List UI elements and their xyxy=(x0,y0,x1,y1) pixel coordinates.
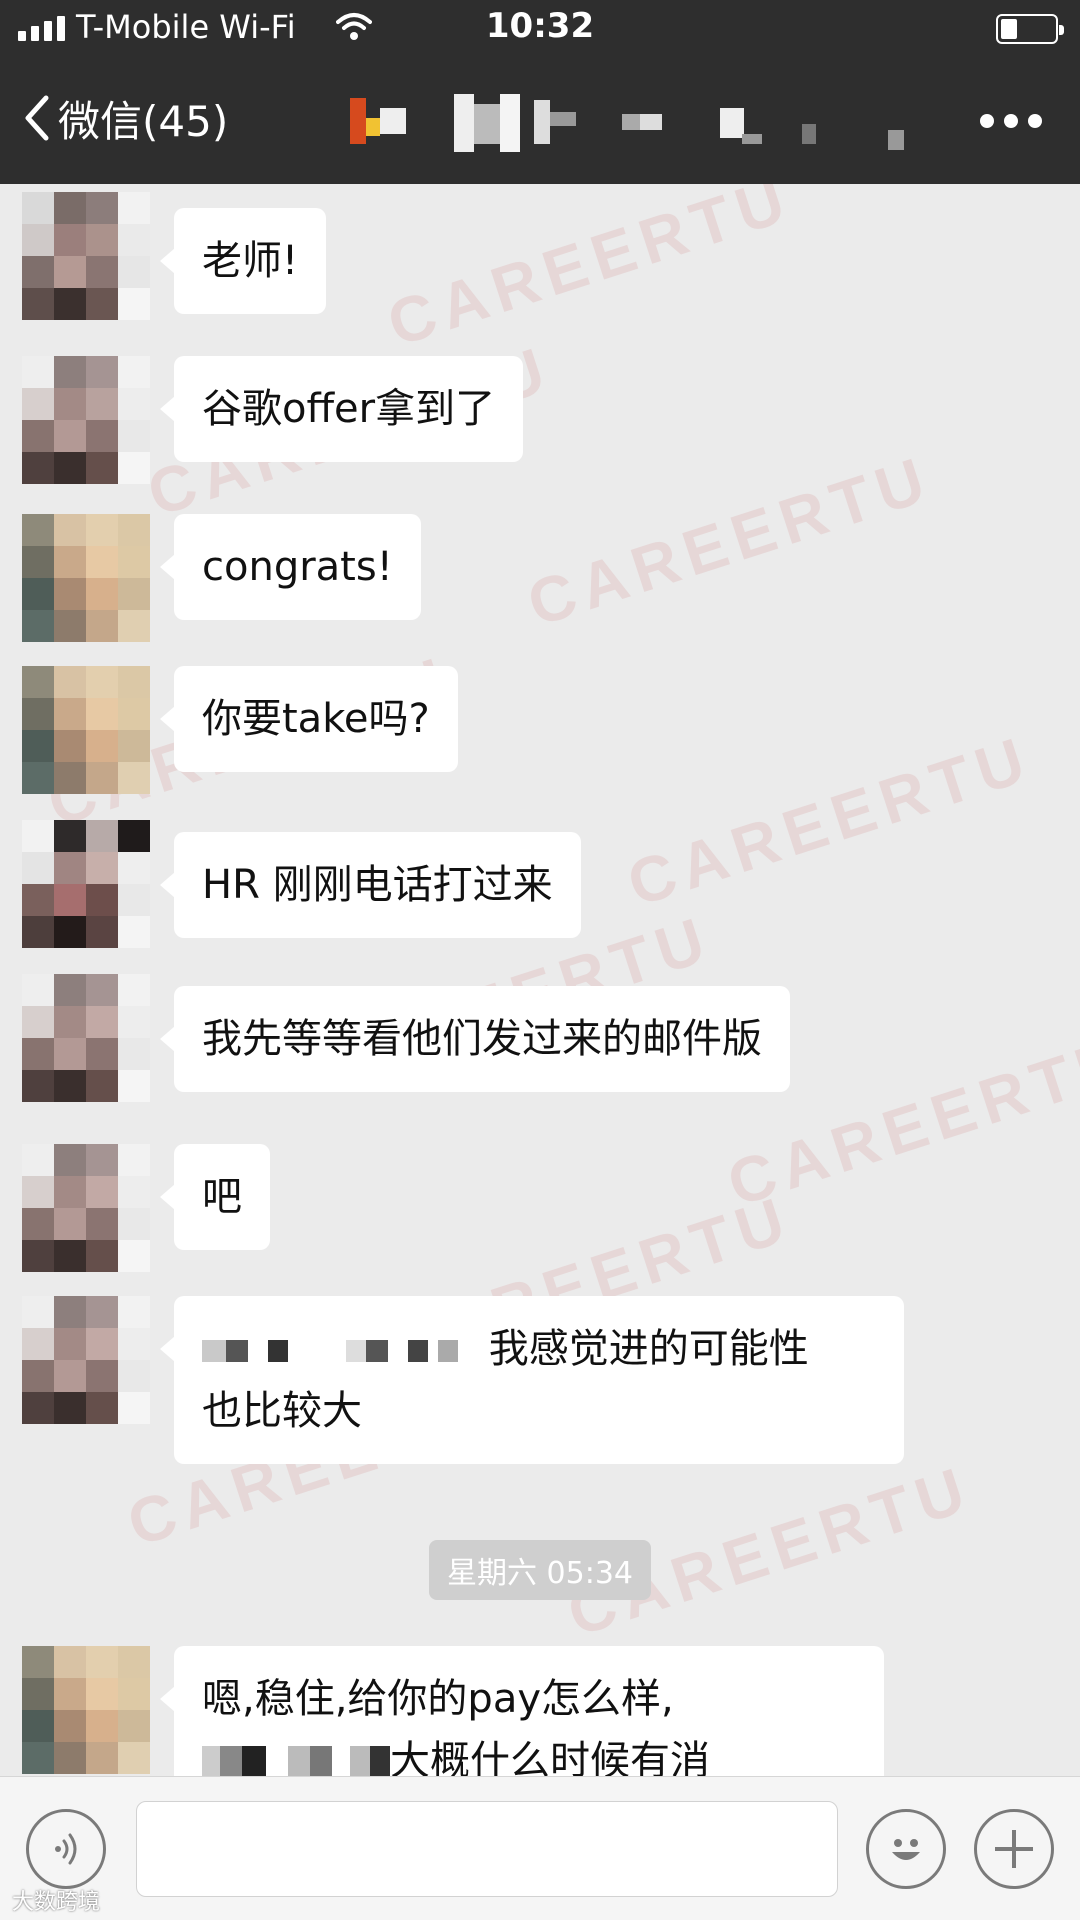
avatar-student[interactable] xyxy=(22,1144,150,1272)
avatar-student[interactable] xyxy=(22,974,150,1102)
redacted-text xyxy=(310,1746,332,1776)
message-bubble[interactable]: 我先等等看他们发过来的邮件版 xyxy=(160,986,790,1092)
avatar-student[interactable] xyxy=(22,356,150,484)
more-dot xyxy=(980,114,994,128)
redacted-text xyxy=(388,1340,408,1362)
redacted-text xyxy=(202,1746,220,1776)
avatar-teacher[interactable] xyxy=(22,666,150,794)
message-text: 我感觉进的可能性 xyxy=(488,1326,809,1372)
redacted-text xyxy=(266,1746,288,1776)
redacted-text xyxy=(288,1340,346,1362)
message-text: 谷歌offer拿到了 xyxy=(202,386,496,432)
watermark: CAREERTU xyxy=(519,441,941,641)
chat-area[interactable]: CAREERTU CAREERTU CAREERTU CAREERTU CARE… xyxy=(0,184,1080,1776)
input-bar xyxy=(0,1776,1080,1920)
plus-icon xyxy=(995,1830,1033,1868)
redacted-text xyxy=(366,1340,388,1362)
chat-title-redacted xyxy=(350,94,910,152)
more-dot xyxy=(1028,114,1042,128)
redacted-text xyxy=(438,1340,458,1362)
redacted-text xyxy=(346,1340,366,1362)
avatar-student[interactable] xyxy=(22,820,150,948)
avatar-teacher[interactable] xyxy=(22,514,150,642)
battery-icon xyxy=(996,14,1064,44)
message-bubble[interactable]: HR 刚刚电话打过来 xyxy=(160,832,581,938)
more-dot xyxy=(1004,114,1018,128)
message-bubble[interactable]: 吧 xyxy=(160,1144,270,1250)
plus-button[interactable] xyxy=(974,1809,1054,1889)
message-text: HR 刚刚电话打过来 xyxy=(202,862,553,908)
redacted-text xyxy=(202,1340,226,1362)
message-text: 老师! xyxy=(202,238,299,284)
redacted-text xyxy=(248,1340,268,1362)
status-bar: T-Mobile Wi-Fi 10:32 xyxy=(0,0,1080,56)
back-label: 微信(45) xyxy=(58,96,229,146)
message-text: 你要take吗? xyxy=(202,696,430,742)
message-text: 也比较大 xyxy=(202,1388,362,1434)
avatar-teacher[interactable] xyxy=(22,1646,150,1774)
message-text: 吧 xyxy=(202,1174,242,1220)
message-input[interactable] xyxy=(136,1801,838,1897)
footer-brand: 大数跨境 xyxy=(12,1890,101,1915)
redacted-text xyxy=(226,1340,248,1362)
avatar-student[interactable] xyxy=(22,1296,150,1424)
message-text: 我先等等看他们发过来的邮件版 xyxy=(202,1016,762,1062)
watermark: CAREERTU xyxy=(379,184,801,361)
emoji-button[interactable] xyxy=(866,1809,946,1889)
redacted-text xyxy=(370,1746,390,1776)
time-divider: 星期六 05:34 xyxy=(0,1540,1080,1600)
nav-bar: 微信(45) xyxy=(0,56,1080,184)
message-bubble[interactable]: 嗯,稳住,给你的pay怎么样, 大概什么时候有消 xyxy=(160,1646,884,1776)
message-bubble[interactable]: 我感觉进的可能性 也比较大 xyxy=(160,1296,904,1464)
back-button[interactable]: 微信(45) xyxy=(22,86,228,150)
redacted-text xyxy=(220,1746,242,1776)
redacted-text xyxy=(332,1746,350,1776)
message-bubble[interactable]: 你要take吗? xyxy=(160,666,458,772)
more-button[interactable] xyxy=(980,114,1042,128)
redacted-text xyxy=(350,1746,370,1776)
redacted-text xyxy=(428,1340,438,1362)
avatar-student[interactable] xyxy=(22,192,150,320)
message-text: congrats! xyxy=(202,544,393,590)
voice-icon xyxy=(55,1833,77,1865)
message-bubble[interactable]: 谷歌offer拿到了 xyxy=(159,356,524,462)
message-text: 嗯,稳住,给你的pay怎么样, xyxy=(202,1676,674,1722)
redacted-text xyxy=(268,1340,288,1362)
message-text: 大概什么时候有消 xyxy=(390,1738,710,1776)
message-bubble[interactable]: 老师! xyxy=(159,208,327,314)
redacted-text xyxy=(408,1340,428,1362)
emoji-icon xyxy=(892,1839,920,1860)
clock: 10:32 xyxy=(485,6,595,46)
redacted-text xyxy=(288,1746,310,1776)
redacted-text xyxy=(242,1746,266,1776)
chevron-left-icon xyxy=(25,95,49,141)
time-divider-label: 星期六 05:34 xyxy=(429,1540,651,1600)
voice-button[interactable] xyxy=(26,1809,106,1889)
watermark: CAREERTU xyxy=(619,721,1041,921)
message-bubble[interactable]: congrats! xyxy=(160,514,421,620)
